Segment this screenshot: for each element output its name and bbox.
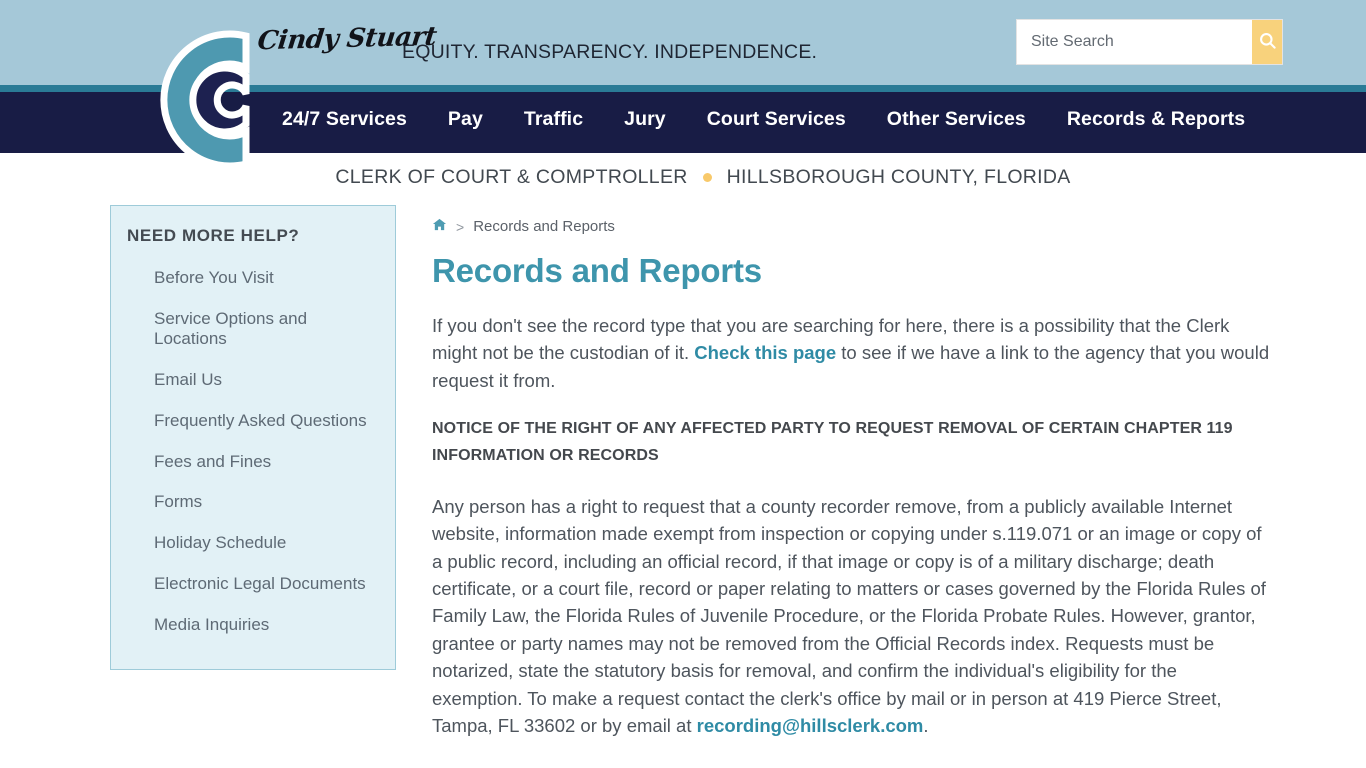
nav-item-records-and-reports[interactable]: Records & Reports <box>1067 108 1245 131</box>
page-title: Records and Reports <box>432 252 762 289</box>
recording-email-link[interactable]: recording@hillsclerk.com <box>697 715 924 736</box>
intro-paragraph: If you don't see the record type that yo… <box>432 312 1270 394</box>
site-search <box>1016 19 1283 65</box>
help-sidebar: NEED MORE HELP? Before You Visit Service… <box>110 205 396 671</box>
gold-dot-icon <box>702 172 712 182</box>
nav-item-traffic[interactable]: Traffic <box>524 108 583 131</box>
search-input[interactable] <box>1017 20 1252 64</box>
nav-item-pay[interactable]: Pay <box>448 108 483 131</box>
notice-paragraph: Any person has a right to request that a… <box>432 493 1270 739</box>
sidebar-item-fees-and-fines[interactable]: Fees and Fines <box>111 442 395 483</box>
sidebar-item-electronic-legal-documents[interactable]: Electronic Legal Documents <box>111 564 395 605</box>
sidebar-title: NEED MORE HELP? <box>127 226 300 245</box>
site-tagline: EQUITY. TRANSPARENCY. INDEPENDENCE. <box>402 41 818 63</box>
notice-heading: NOTICE OF THE RIGHT OF ANY AFFECTED PART… <box>432 420 1233 464</box>
home-icon[interactable] <box>432 217 447 236</box>
notice-text-part2: . <box>923 714 929 736</box>
notice-text-part1: Any person has a right to request that a… <box>432 495 1266 736</box>
sidebar-item-email-us[interactable]: Email Us <box>111 360 395 401</box>
page-content: NEED MORE HELP? Before You Visit Service… <box>0 201 1366 761</box>
nav-item-jury[interactable]: Jury <box>624 108 666 131</box>
sidebar-item-holiday-schedule[interactable]: Holiday Schedule <box>111 523 395 564</box>
breadcrumb-separator: > <box>456 218 465 235</box>
sidebar-item-service-options-and-locations[interactable]: Service Options and Locations <box>111 299 395 360</box>
sidebar-item-before-you-visit[interactable]: Before You Visit <box>111 258 395 299</box>
search-button[interactable] <box>1252 20 1282 64</box>
nav-items: 24/7 Services Pay Traffic Jury Court Ser… <box>282 108 1245 131</box>
breadcrumb-current: Records and Reports <box>473 218 615 235</box>
sidebar-item-media-inquiries[interactable]: Media Inquiries <box>111 605 395 646</box>
subtitle-right: HILLSBOROUGH COUNTY, FLORIDA <box>726 165 1071 188</box>
nav-item-24-7-services[interactable]: 24/7 Services <box>282 108 407 131</box>
nested-c-logo-icon <box>160 30 250 170</box>
search-icon <box>1258 31 1277 53</box>
subtitle-left: CLERK OF COURT & COMPTROLLER <box>335 165 688 188</box>
check-this-page-link[interactable]: Check this page <box>694 342 836 363</box>
sidebar-item-forms[interactable]: Forms <box>111 482 395 523</box>
nav-item-other-services[interactable]: Other Services <box>887 108 1026 131</box>
breadcrumb: > Records and Reports <box>432 217 1270 236</box>
nav-item-court-services[interactable]: Court Services <box>707 108 846 131</box>
clerk-logo[interactable] <box>96 14 256 184</box>
sidebar-item-frequently-asked-questions[interactable]: Frequently Asked Questions <box>111 401 395 442</box>
main-column: > Records and Reports Records and Report… <box>396 205 1366 761</box>
